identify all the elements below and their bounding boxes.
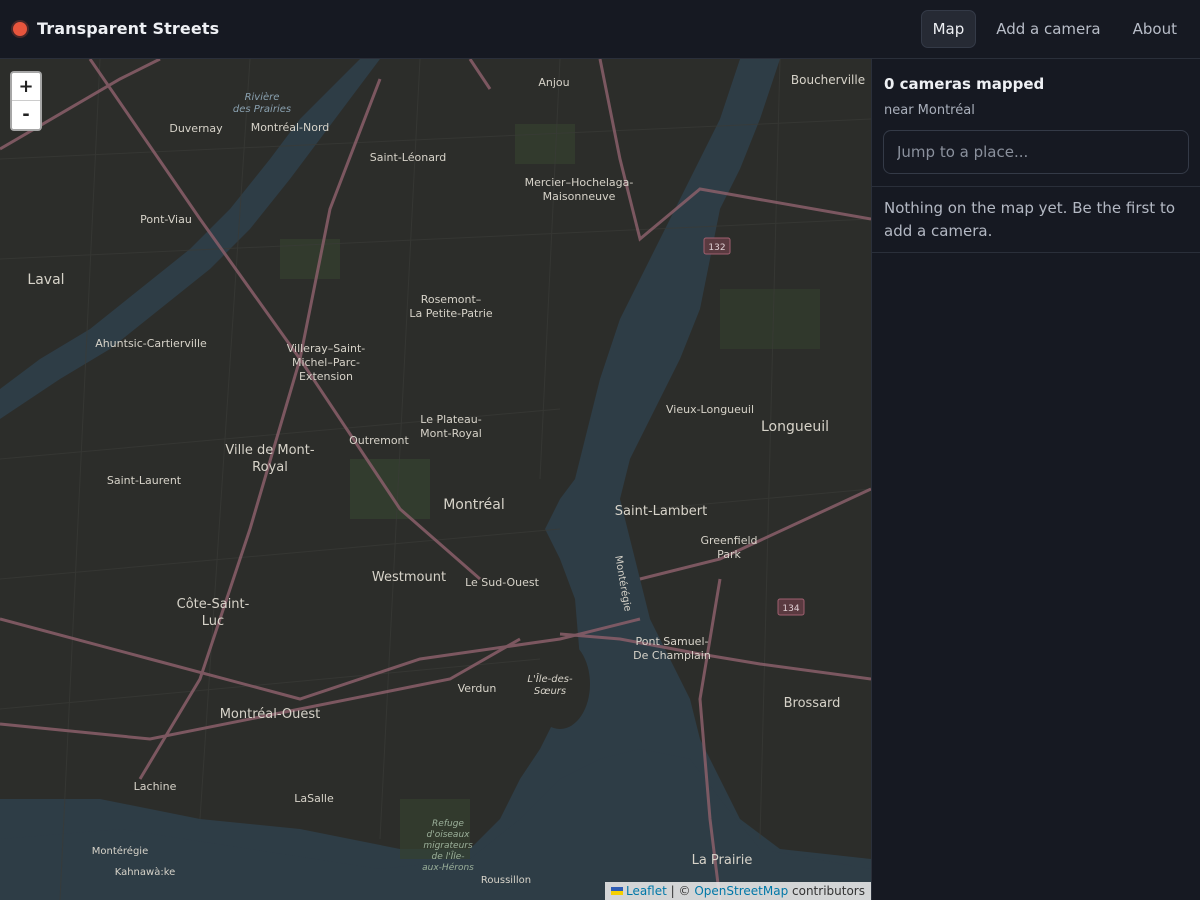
svg-text:La Petite-Patrie: La Petite-Patrie [409, 307, 493, 320]
svg-text:Montréal: Montréal [443, 497, 505, 513]
attribution-separator: | © [670, 884, 691, 898]
brand[interactable]: Transparent Streets [13, 19, 219, 38]
svg-text:De Champlain: De Champlain [633, 649, 711, 662]
svg-text:Outremont: Outremont [349, 434, 409, 447]
map-attribution: Leaflet | © OpenStreetMap contributors [604, 882, 871, 900]
svg-text:Saint-Lambert: Saint-Lambert [615, 504, 707, 519]
svg-text:Maisonneuve: Maisonneuve [543, 190, 616, 203]
svg-text:La Prairie: La Prairie [692, 853, 753, 868]
nav-about[interactable]: About [1121, 10, 1189, 48]
svg-text:Vieux-Longueuil: Vieux-Longueuil [666, 403, 754, 416]
svg-text:Ville de Mont-: Ville de Mont- [225, 443, 314, 458]
zoom-out-button[interactable]: - [12, 101, 40, 129]
osm-link[interactable]: OpenStreetMap [694, 884, 788, 898]
svg-text:Refuge: Refuge [432, 819, 464, 829]
svg-text:des Prairies: des Prairies [233, 104, 291, 115]
empty-state-message: Nothing on the map yet. Be the first to … [872, 187, 1200, 253]
top-bar: Transparent Streets Map Add a camera Abo… [0, 0, 1200, 59]
location-label: near Montréal [884, 103, 975, 118]
leaflet-link[interactable]: Leaflet [626, 884, 667, 898]
side-panel: 0 cameras mapped near Montréal Nothing o… [871, 59, 1200, 900]
svg-text:de l'Île-: de l'Île- [431, 850, 464, 862]
svg-text:Rosemont–: Rosemont– [421, 293, 482, 306]
panel-header: 0 cameras mapped near Montréal [872, 59, 1200, 187]
svg-text:Verdun: Verdun [458, 682, 497, 695]
svg-text:Sœurs: Sœurs [534, 686, 566, 697]
svg-text:Longueuil: Longueuil [761, 419, 829, 435]
zoom-control: + - [10, 71, 42, 131]
app-title: Transparent Streets [37, 19, 220, 38]
svg-text:Luc: Luc [202, 614, 224, 629]
svg-text:Duvernay: Duvernay [169, 122, 223, 135]
svg-text:Extension: Extension [299, 370, 353, 383]
nav-map[interactable]: Map [920, 10, 977, 48]
attribution-suffix: contributors [792, 884, 865, 898]
svg-text:Montréal-Ouest: Montréal-Ouest [220, 707, 321, 722]
svg-text:L'Île-des-: L'Île-des- [527, 672, 573, 685]
map-tiles: Montréal Laval Longueuil Brossard Saint-… [0, 59, 871, 900]
camera-count: 0 cameras mapped [884, 75, 1045, 93]
nav-add-camera[interactable]: Add a camera [984, 10, 1112, 48]
svg-text:aux-Hérons: aux-Hérons [422, 862, 474, 873]
svg-text:Boucherville: Boucherville [791, 73, 865, 87]
svg-text:Rivière: Rivière [245, 91, 280, 103]
svg-text:Pont-Viau: Pont-Viau [140, 213, 192, 226]
svg-text:Saint-Laurent: Saint-Laurent [107, 474, 182, 487]
svg-text:Lachine: Lachine [134, 780, 177, 793]
svg-text:Côte-Saint-: Côte-Saint- [177, 597, 250, 612]
zoom-in-button[interactable]: + [12, 73, 40, 101]
svg-text:Ahuntsic-Cartierville: Ahuntsic-Cartierville [95, 337, 207, 350]
svg-text:134: 134 [782, 604, 799, 614]
svg-text:Brossard: Brossard [784, 696, 841, 711]
svg-text:Saint-Léonard: Saint-Léonard [370, 151, 447, 164]
svg-text:LaSalle: LaSalle [294, 792, 334, 805]
svg-text:Anjou: Anjou [538, 76, 569, 89]
svg-text:Westmount: Westmount [372, 570, 446, 585]
svg-text:Montérégie: Montérégie [92, 845, 148, 857]
brand-dot-icon [13, 21, 27, 36]
main-nav: Map Add a camera About [920, 10, 1200, 48]
svg-text:Pont Samuel-: Pont Samuel- [636, 635, 709, 648]
svg-text:Montréal-Nord: Montréal-Nord [251, 121, 330, 134]
svg-text:Mont-Royal: Mont-Royal [420, 427, 482, 440]
svg-text:Royal: Royal [252, 460, 288, 475]
map-view[interactable]: Montréal Laval Longueuil Brossard Saint-… [0, 59, 871, 900]
svg-text:Park: Park [717, 548, 741, 561]
svg-text:Laval: Laval [27, 272, 64, 288]
svg-text:Mercier–Hochelaga-: Mercier–Hochelaga- [525, 176, 634, 189]
svg-text:Kahnawà:ke: Kahnawà:ke [115, 866, 176, 878]
svg-text:d'oiseaux: d'oiseaux [427, 830, 471, 840]
svg-text:Greenfield: Greenfield [700, 534, 757, 547]
svg-text:Villeray–Saint-: Villeray–Saint- [287, 342, 366, 355]
place-search-input[interactable] [883, 130, 1189, 174]
ukraine-flag-icon [610, 887, 623, 895]
svg-text:migrateurs: migrateurs [423, 841, 473, 851]
svg-text:Le Plateau-: Le Plateau- [420, 413, 481, 426]
svg-text:Michel–Parc-: Michel–Parc- [292, 356, 360, 369]
svg-text:Roussillon: Roussillon [481, 875, 531, 886]
svg-text:132: 132 [708, 243, 725, 253]
svg-text:Le Sud-Ouest: Le Sud-Ouest [465, 576, 540, 589]
